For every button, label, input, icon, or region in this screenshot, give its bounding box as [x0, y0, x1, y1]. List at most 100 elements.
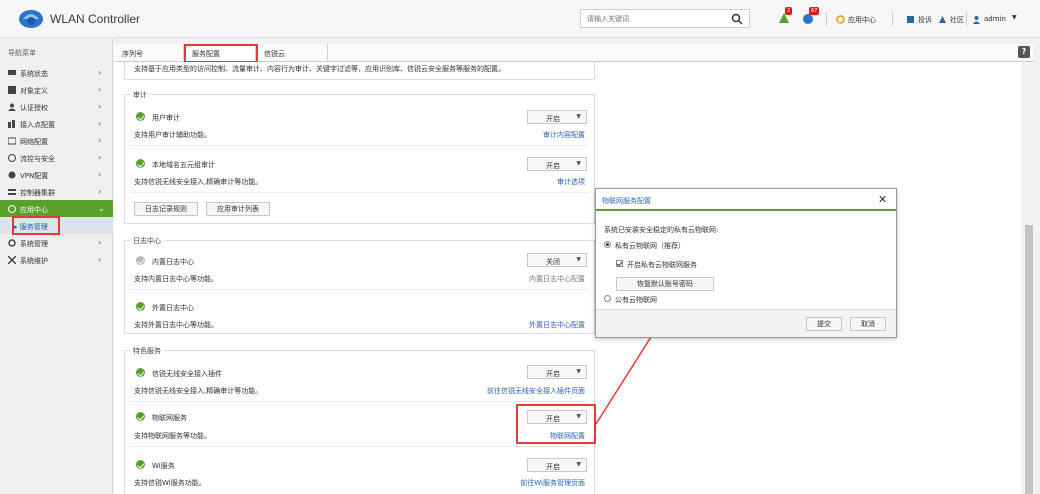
close-icon[interactable]: ✕	[878, 193, 887, 206]
app-title: WLAN Controller	[50, 12, 141, 26]
row-divider	[130, 192, 589, 193]
chevron-right-icon: ›	[98, 68, 102, 77]
status-off-icon	[136, 256, 145, 265]
submit-button[interactable]: 提交	[806, 317, 842, 331]
logo-icon	[19, 10, 43, 28]
radio-label: 私有云物联网（推荐）	[615, 242, 685, 250]
log-rule-button[interactable]: 日志记录规则	[134, 202, 198, 216]
status-on-icon	[136, 460, 145, 469]
help-icon[interactable]: ?	[1018, 46, 1030, 58]
search-box[interactable]	[580, 9, 750, 28]
search-icon[interactable]	[731, 13, 743, 25]
chevron-down-icon: ⌄	[98, 204, 105, 213]
sidebar-item-label: 对象定义	[20, 87, 48, 95]
sidebar-item-ap-config[interactable]: 接入点配置 ›	[0, 115, 113, 132]
row-title: 内置日志中心	[152, 258, 194, 266]
row-desc: 支持信锐无线安全接入,精确审计等功能。	[134, 178, 263, 186]
community-icon[interactable]	[938, 15, 947, 24]
chevron-down-icon: ▼	[576, 368, 581, 375]
cancel-button[interactable]: 取消	[850, 317, 886, 331]
sidebar-item-cluster[interactable]: 控制器集群 ›	[0, 183, 113, 200]
row-title: 本地域名五元组审计	[152, 161, 215, 169]
header-divider	[892, 12, 893, 26]
chevron-down-icon[interactable]: ▼	[1012, 14, 1017, 21]
reset-password-button[interactable]: 恢复默认账号密码	[616, 277, 714, 291]
chevron-down-icon: ▼	[576, 256, 581, 263]
sidebar-item-vpn[interactable]: VPN配置 ›	[0, 166, 113, 183]
status-select[interactable]: 开启 ▼	[527, 458, 587, 472]
sidebar-item-label: 系统维护	[20, 257, 48, 265]
sidebar-item-network[interactable]: 网络配置 ›	[0, 132, 113, 149]
user-menu[interactable]: admin	[984, 15, 1006, 23]
scrollbar-thumb[interactable]	[1025, 225, 1033, 494]
chevron-down-icon: ▼	[576, 160, 581, 167]
monitor-icon	[8, 70, 16, 75]
row-divider	[130, 401, 589, 402]
header-divider	[966, 12, 967, 26]
group-legend: 审计	[130, 90, 150, 100]
sidebar-item-system-management[interactable]: 系统管理 ›	[0, 234, 113, 251]
row-desc: 支持用户审计辅助功能。	[134, 131, 211, 139]
status-on-icon	[136, 368, 145, 377]
select-value: 关闭	[546, 258, 560, 266]
chevron-right-icon: ›	[98, 187, 102, 196]
status-select[interactable]: 关闭 ▼	[527, 253, 587, 267]
tab-cloud[interactable]: 信锐云	[256, 44, 328, 62]
row-link[interactable]: 内置日志中心配置	[460, 274, 585, 284]
app-audit-list-button[interactable]: 应用审计列表	[206, 202, 270, 216]
user-icon[interactable]	[972, 15, 981, 24]
search-input[interactable]	[587, 13, 727, 25]
dialog-footer: 提交 取消	[596, 309, 896, 337]
community-link[interactable]: 社区	[950, 15, 964, 25]
sidebar-item-app-center[interactable]: 应用中心 ⌄	[0, 200, 113, 217]
status-select[interactable]: 开启 ▼	[527, 365, 587, 379]
status-select[interactable]: 开启 ▼	[527, 110, 587, 124]
status-on-icon	[136, 159, 145, 168]
sidebar-item-auth[interactable]: 认证授权 ›	[0, 98, 113, 115]
row-desc: 支持外置日志中心等功能。	[134, 321, 218, 329]
row-link[interactable]: 外置日志中心配置	[460, 320, 585, 330]
tab-serial-number[interactable]: 序列号	[114, 44, 184, 62]
row-divider	[130, 145, 589, 146]
gear-icon	[8, 239, 16, 247]
sidebar-item-object-definition[interactable]: 对象定义 ›	[0, 81, 113, 98]
highlight-box	[12, 216, 60, 235]
checkbox-label: 开启私有云物联网服务	[627, 261, 697, 269]
sidebar-item-label: 流控与安全	[20, 155, 55, 163]
row-link[interactable]: 前往信锐无线安全接入插件页面	[440, 386, 585, 396]
highlight-box	[516, 404, 596, 444]
cluster-icon	[8, 189, 16, 195]
radio-public-cloud[interactable]	[604, 295, 611, 302]
alert-icon-wrap[interactable]: 2	[776, 7, 793, 26]
row-link[interactable]: 审计内容配置	[460, 130, 585, 140]
highlight-box	[184, 44, 258, 63]
tab-label: 信锐云	[264, 50, 285, 58]
sidebar-item-system-status[interactable]: 系统状态 ›	[0, 64, 113, 81]
row-title: Wi服务	[152, 462, 175, 470]
sidebar: 导航菜单 系统状态 › 对象定义 › 认证授权 › 接入点配置 › 网络配置 ›…	[0, 39, 113, 494]
dialog-header: 物联网服务配置 ✕	[596, 189, 896, 211]
app-center-icon[interactable]	[836, 15, 845, 24]
select-value: 开启	[546, 115, 560, 123]
row-link[interactable]: 前往Wi服务管理页面	[460, 478, 585, 488]
radio-private-cloud[interactable]	[604, 241, 611, 248]
complaint-link[interactable]: 投诉	[918, 15, 932, 25]
radio-label: 公有云物联网	[615, 296, 657, 304]
sidebar-item-label: 系统管理	[20, 240, 48, 248]
sidebar-item-label: 网络配置	[20, 138, 48, 146]
row-title: 用户审计	[152, 114, 180, 122]
app-center-link[interactable]: 应用中心	[848, 15, 876, 25]
checkbox-enable-private-cloud[interactable]	[616, 260, 623, 267]
status-select[interactable]: 开启 ▼	[527, 157, 587, 171]
row-title: 外置日志中心	[152, 304, 194, 312]
complaint-icon[interactable]	[906, 15, 915, 24]
tools-icon	[8, 256, 16, 264]
row-title: 物联网服务	[152, 414, 187, 422]
sidebar-item-system-maintenance[interactable]: 系统维护 ›	[0, 251, 113, 268]
sidebar-item-flow-security[interactable]: 流控与安全 ›	[0, 149, 113, 166]
row-link[interactable]: 审计选项	[460, 177, 585, 187]
chevron-down-icon: ▼	[576, 461, 581, 468]
message-icon-wrap[interactable]: 67	[800, 7, 820, 26]
sidebar-item-label: 系统状态	[20, 70, 48, 78]
vpn-icon	[8, 171, 16, 179]
